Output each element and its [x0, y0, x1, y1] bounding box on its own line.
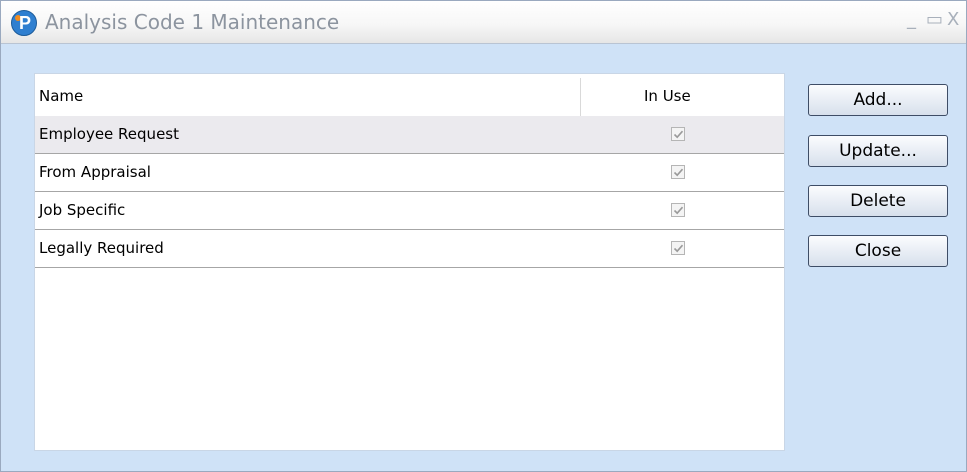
- app-logo-icon: P: [11, 10, 37, 36]
- in-use-checkbox[interactable]: [671, 165, 685, 179]
- table-row[interactable]: Employee Request: [35, 116, 784, 154]
- window-title: Analysis Code 1 Maintenance: [45, 10, 340, 34]
- in-use-checkbox[interactable]: [671, 203, 685, 217]
- delete-button[interactable]: Delete: [808, 185, 948, 217]
- row-name: From Appraisal: [39, 163, 151, 181]
- table-row[interactable]: Job Specific: [35, 192, 784, 230]
- minimize-icon[interactable]: _: [907, 9, 916, 30]
- add-button[interactable]: Add...: [808, 84, 948, 116]
- analysis-code-list[interactable]: Name In Use Employee Request From Apprais…: [34, 73, 785, 451]
- row-name: Employee Request: [39, 125, 179, 143]
- table-row[interactable]: From Appraisal: [35, 154, 784, 192]
- list-header: Name In Use: [35, 78, 784, 116]
- checkmark-icon: [673, 244, 684, 253]
- title-bar[interactable]: P Analysis Code 1 Maintenance _ ▭ X: [1, 1, 966, 44]
- row-name: Job Specific: [39, 201, 126, 219]
- row-name: Legally Required: [39, 239, 164, 257]
- update-button[interactable]: Update...: [808, 135, 948, 167]
- maximize-icon[interactable]: ▭: [926, 9, 943, 30]
- column-header-in-use: In Use: [644, 87, 691, 105]
- in-use-checkbox[interactable]: [671, 127, 685, 141]
- table-row[interactable]: Legally Required: [35, 230, 784, 268]
- column-header-name[interactable]: Name: [39, 87, 83, 105]
- maintenance-window: P Analysis Code 1 Maintenance _ ▭ X Name…: [0, 0, 967, 472]
- checkmark-icon: [673, 168, 684, 177]
- in-use-checkbox[interactable]: [671, 241, 685, 255]
- close-button[interactable]: Close: [808, 235, 948, 267]
- close-icon[interactable]: X: [947, 9, 959, 30]
- checkmark-icon: [673, 130, 684, 139]
- column-header-in-use-cell[interactable]: In Use: [580, 78, 783, 116]
- checkmark-icon: [673, 206, 684, 215]
